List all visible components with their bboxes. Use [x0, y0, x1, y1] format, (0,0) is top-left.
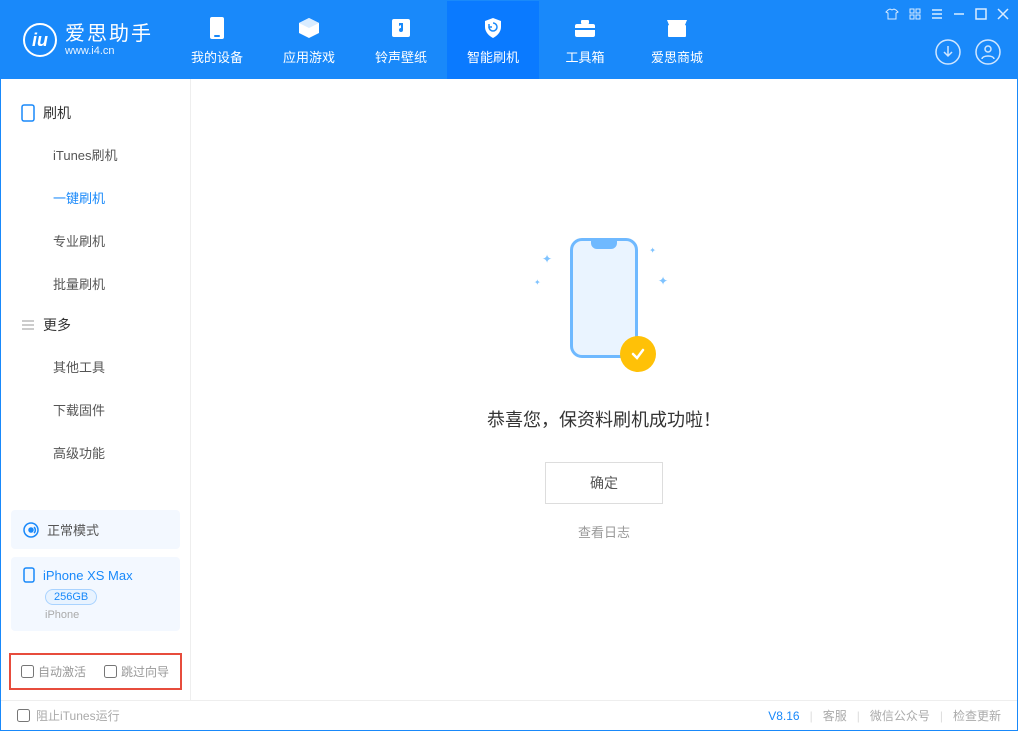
music-note-icon [390, 15, 412, 41]
menu-icon[interactable] [931, 8, 943, 20]
shop-icon [665, 15, 689, 41]
version-label[interactable]: V8.16 [768, 709, 799, 723]
support-link[interactable]: 客服 [823, 707, 847, 724]
sidebar-item-oneclick-flash[interactable]: 一键刷机 [1, 176, 190, 219]
auto-options-row: 自动激活 跳过向导 [9, 653, 182, 690]
toolbox-icon [573, 15, 597, 41]
minimize-icon[interactable] [953, 8, 965, 20]
tab-smart-flash[interactable]: 智能刷机 [447, 1, 539, 79]
download-icon[interactable] [935, 39, 961, 65]
status-bar: 阻止iTunes运行 V8.16 | 客服 | 微信公众号 | 检查更新 [1, 700, 1017, 730]
tab-apps-games[interactable]: 应用游戏 [263, 1, 355, 79]
phone-icon [209, 15, 225, 41]
success-message: 恭喜您，保资料刷机成功啦！ [487, 406, 721, 432]
sidebar-group-more: 更多 [1, 305, 190, 345]
skip-guide-checkbox[interactable]: 跳过向导 [104, 663, 169, 680]
close-icon[interactable] [997, 8, 1009, 20]
cube-icon [297, 15, 321, 41]
logo-area: iu 爱思助手 www.i4.cn [1, 23, 171, 57]
auto-activate-checkbox[interactable]: 自动激活 [21, 663, 86, 680]
sidebar-item-download-firmware[interactable]: 下载固件 [1, 388, 190, 431]
check-update-link[interactable]: 检查更新 [953, 707, 1001, 724]
device-type: iPhone [45, 609, 168, 621]
maximize-icon[interactable] [975, 8, 987, 20]
device-box[interactable]: iPhone XS Max 256GB iPhone [11, 557, 180, 631]
ok-button[interactable]: 确定 [545, 462, 663, 504]
app-title: 爱思助手 [65, 23, 153, 45]
success-illustration: ✦✦ ✦✦ [534, 238, 674, 378]
view-log-link[interactable]: 查看日志 [578, 522, 630, 541]
device-capacity: 256GB [45, 589, 97, 605]
titlebar-controls [885, 7, 1009, 21]
tab-store[interactable]: 爱思商城 [631, 1, 723, 79]
logo-icon: iu [23, 23, 57, 57]
wechat-link[interactable]: 微信公众号 [870, 707, 930, 724]
tshirt-icon[interactable] [885, 7, 899, 21]
grid-icon[interactable] [909, 8, 921, 20]
sidebar-item-pro-flash[interactable]: 专业刷机 [1, 219, 190, 262]
device-icon [21, 104, 35, 122]
main-content: ✦✦ ✦✦ 恭喜您，保资料刷机成功啦！ 确定 查看日志 [191, 79, 1017, 700]
mode-box[interactable]: 正常模式 [11, 510, 180, 549]
check-badge-icon [620, 336, 656, 372]
tab-ringtone-wallpaper[interactable]: 铃声壁纸 [355, 1, 447, 79]
block-itunes-checkbox[interactable]: 阻止iTunes运行 [17, 707, 120, 724]
sidebar-item-other-tools[interactable]: 其他工具 [1, 345, 190, 388]
shield-refresh-icon [481, 15, 505, 41]
mode-icon [23, 522, 39, 538]
device-name-label: iPhone XS Max [43, 568, 133, 583]
header-actions [935, 39, 1001, 65]
tab-toolbox[interactable]: 工具箱 [539, 1, 631, 79]
sidebar: 刷机 iTunes刷机 一键刷机 专业刷机 批量刷机 更多 其他工具 下载固件 … [1, 79, 191, 700]
tab-my-device[interactable]: 我的设备 [171, 1, 263, 79]
sidebar-item-advanced[interactable]: 高级功能 [1, 431, 190, 474]
phone-small-icon [23, 567, 35, 583]
sidebar-item-itunes-flash[interactable]: iTunes刷机 [1, 133, 190, 176]
app-site: www.i4.cn [65, 45, 153, 57]
nav-tabs: 我的设备 应用游戏 铃声壁纸 智能刷机 工具箱 爱思商城 [171, 1, 723, 79]
app-header: iu 爱思助手 www.i4.cn 我的设备 应用游戏 铃声壁纸 智能刷机 工具… [1, 1, 1017, 79]
sidebar-group-flash: 刷机 [1, 93, 190, 133]
sidebar-item-batch-flash[interactable]: 批量刷机 [1, 262, 190, 305]
user-icon[interactable] [975, 39, 1001, 65]
list-icon [21, 318, 35, 332]
